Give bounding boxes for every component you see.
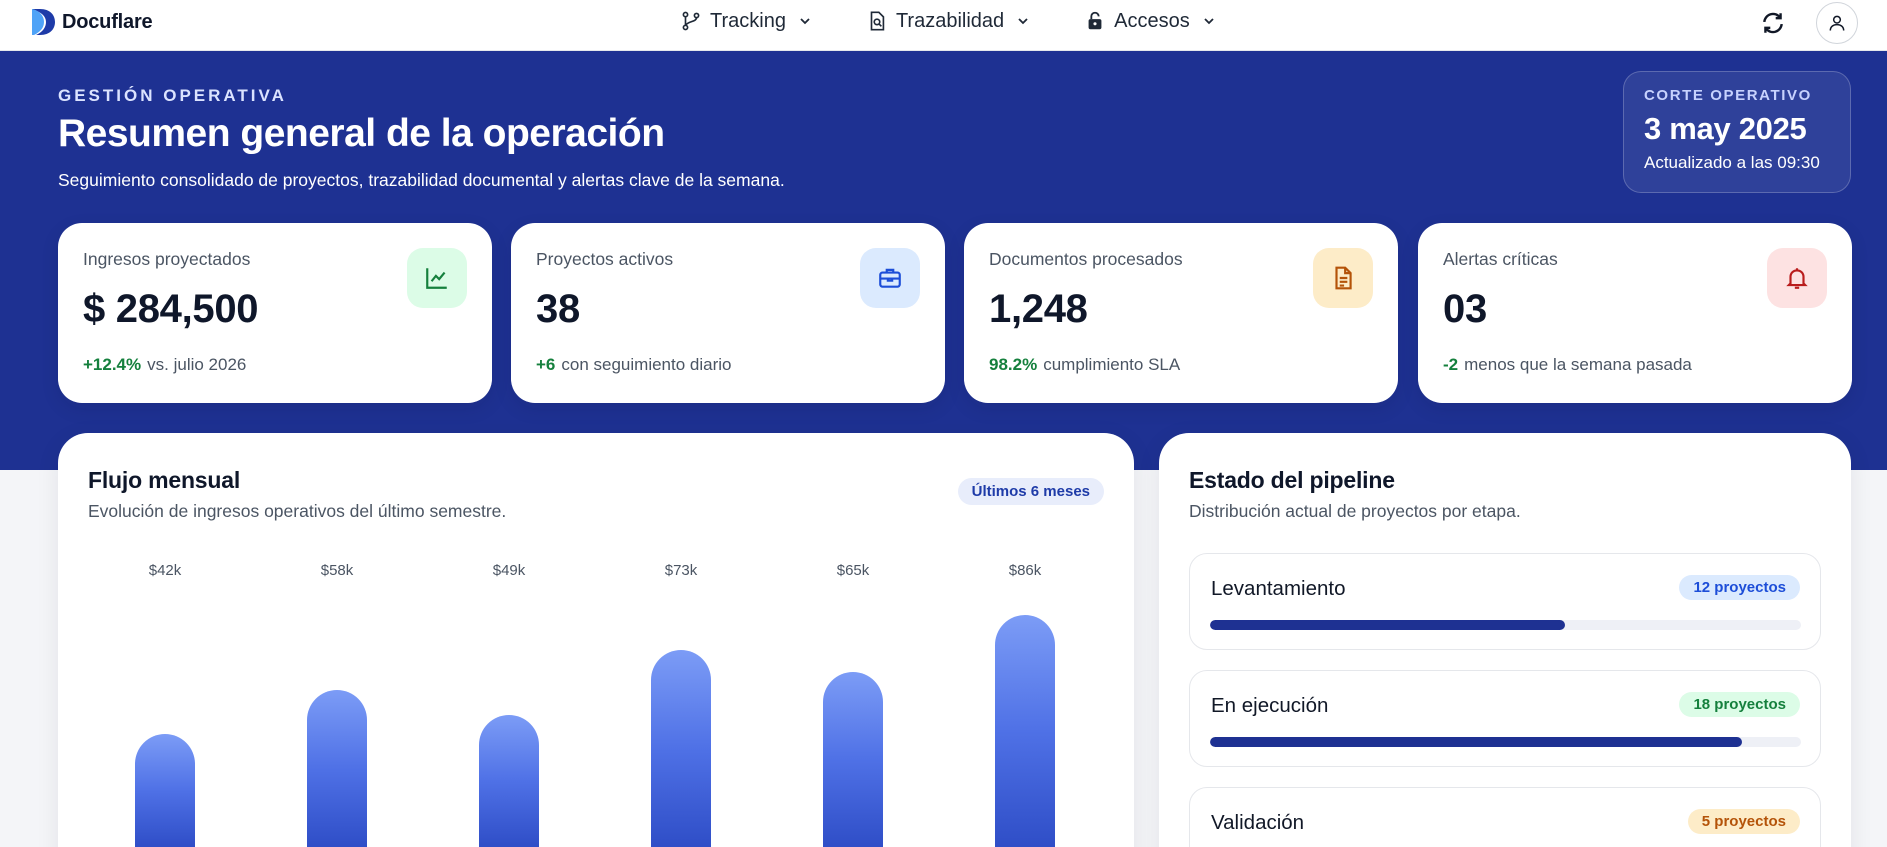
- chevron-down-icon: [800, 18, 810, 25]
- bell-icon: [1767, 248, 1827, 308]
- refresh-button[interactable]: [1758, 8, 1788, 38]
- main-menu: Tracking Trazabilidad Accesos: [680, 6, 1216, 36]
- chart-bar[interactable]: [135, 733, 195, 847]
- user-icon: [1829, 15, 1845, 31]
- kpi-delta: +6: [536, 355, 556, 374]
- stage-count-badge: 18 proyectos: [1679, 692, 1800, 717]
- chevron-down-icon: [1204, 18, 1214, 25]
- stage-count-badge: 5 proyectos: [1687, 809, 1800, 834]
- bar-value-label: $86k: [1008, 562, 1042, 579]
- nav-label-tracking: Tracking: [710, 9, 786, 32]
- stage-progress-fill: [1210, 620, 1565, 630]
- kpi-label: Proyectos activos: [536, 249, 674, 269]
- top-navbar: Docuflare Tracking Trazabilidad Accesos: [0, 0, 1887, 51]
- kpi-card-proyectos[interactable]: Proyectos activos 38 +6 con seguimiento d…: [511, 223, 945, 403]
- brand-name: Docuflare: [62, 10, 153, 33]
- kpi-value: 1,248: [989, 287, 1088, 331]
- flow-title: Flujo mensual: [88, 467, 241, 493]
- kpi-delta: +12.4%: [83, 355, 142, 374]
- kpi-footer: -2 menos que la semana pasada: [1443, 355, 1692, 375]
- trend-chart-icon: [407, 248, 467, 308]
- page-title: Resumen general de la operación: [58, 112, 665, 155]
- kpi-footer: +12.4% vs. julio 2026: [83, 355, 246, 375]
- nav-item-tracking[interactable]: Tracking: [680, 10, 812, 33]
- chart-bar[interactable]: [651, 649, 711, 847]
- bar-value-label: $42k: [148, 562, 182, 579]
- nav-label-accesos: Accesos: [1114, 9, 1190, 32]
- pipeline-stage-en-ejecucion[interactable]: En ejecución 18 proyectos: [1189, 670, 1821, 767]
- kpi-label: Documentos procesados: [989, 249, 1183, 269]
- nav-item-trazabilidad[interactable]: Trazabilidad: [866, 10, 1030, 33]
- kpi-note: menos que la semana pasada: [1464, 355, 1692, 374]
- period-badge[interactable]: Últimos 6 meses: [957, 478, 1104, 505]
- document-icon: [1313, 248, 1373, 308]
- flow-subtitle: Evolución de ingresos operativos del últ…: [88, 501, 507, 521]
- kpi-card-alertas[interactable]: Alertas críticas 03 -2 menos que la seman…: [1418, 223, 1852, 403]
- kpi-note: cumplimiento SLA: [1043, 355, 1181, 374]
- hero-eyebrow: GESTIÓN OPERATIVA: [58, 86, 287, 105]
- lock-icon: [1084, 10, 1106, 32]
- bar-value-label: $73k: [664, 562, 698, 579]
- stage-progress-track: [1210, 620, 1801, 630]
- stage-name: Levantamiento: [1211, 577, 1346, 600]
- page-subtitle: Seguimiento consolidado de proyectos, tr…: [58, 170, 785, 190]
- kpi-value: $ 284,500: [83, 287, 259, 331]
- bar-value-label: $49k: [492, 562, 526, 579]
- kpi-card-documentos[interactable]: Documentos procesados 1,248 98.2% cumplim…: [964, 223, 1398, 403]
- pipeline-stage-levantamiento[interactable]: Levantamiento 12 proyectos: [1189, 553, 1821, 650]
- bar-value-label: $65k: [836, 562, 870, 579]
- briefcase-icon: [860, 248, 920, 308]
- kpi-value: 38: [536, 287, 580, 331]
- nav-item-accesos[interactable]: Accesos: [1084, 10, 1216, 33]
- stage-count-badge: 12 proyectos: [1679, 575, 1800, 600]
- stage-progress-fill: [1210, 737, 1742, 747]
- chevron-down-icon: [1018, 18, 1028, 25]
- chart-bar[interactable]: [823, 671, 883, 847]
- nav-label-trazabilidad: Trazabilidad: [895, 9, 1005, 32]
- cutoff-card: CORTE OPERATIVO 3 may 2025 Actualizado a…: [1623, 71, 1851, 193]
- cutoff-label: CORTE OPERATIVO: [1644, 87, 1812, 104]
- kpi-card-ingresos[interactable]: Ingresos proyectados $ 284,500 +12.4% vs.…: [58, 223, 492, 403]
- logo-mark-icon: [32, 9, 55, 35]
- kpi-label: Ingresos proyectados: [83, 249, 251, 269]
- pipeline-title: Estado del pipeline: [1189, 467, 1395, 493]
- kpi-delta: 98.2%: [989, 355, 1038, 374]
- kpi-value: 03: [1443, 287, 1487, 331]
- cutoff-date: 3 may 2025: [1644, 111, 1807, 146]
- pipeline-stage-validacion[interactable]: Validación 5 proyectos: [1189, 787, 1821, 847]
- kpi-footer: +6 con seguimiento diario: [536, 355, 732, 375]
- kpi-footer: 98.2% cumplimiento SLA: [989, 355, 1180, 375]
- pipeline-subtitle: Distribución actual de proyectos por eta…: [1189, 501, 1521, 521]
- kpi-note: vs. julio 2026: [147, 355, 247, 374]
- kpi-note: con seguimiento diario: [561, 355, 732, 374]
- kpi-label: Alertas críticas: [1443, 249, 1558, 269]
- refresh-icon: [1763, 12, 1783, 34]
- flow-panel: Flujo mensual Evolución de ingresos oper…: [58, 433, 1134, 847]
- branch-icon: [680, 10, 702, 32]
- chart-bar[interactable]: [307, 690, 367, 847]
- kpi-delta: -2: [1443, 355, 1459, 374]
- nav-actions: [1758, 2, 1858, 44]
- stage-name: En ejecución: [1211, 694, 1329, 717]
- stage-name: Validación: [1211, 811, 1305, 834]
- brand-logo[interactable]: Docuflare: [30, 7, 153, 37]
- bar-value-label: $58k: [320, 562, 354, 579]
- stage-progress-track: [1210, 737, 1801, 747]
- cutoff-updated: Actualizado a las 09:30: [1644, 153, 1820, 172]
- document-search-icon: [866, 10, 888, 32]
- user-avatar-button[interactable]: [1816, 2, 1858, 44]
- chart-bar[interactable]: [479, 714, 539, 847]
- chart-bar[interactable]: [995, 614, 1055, 847]
